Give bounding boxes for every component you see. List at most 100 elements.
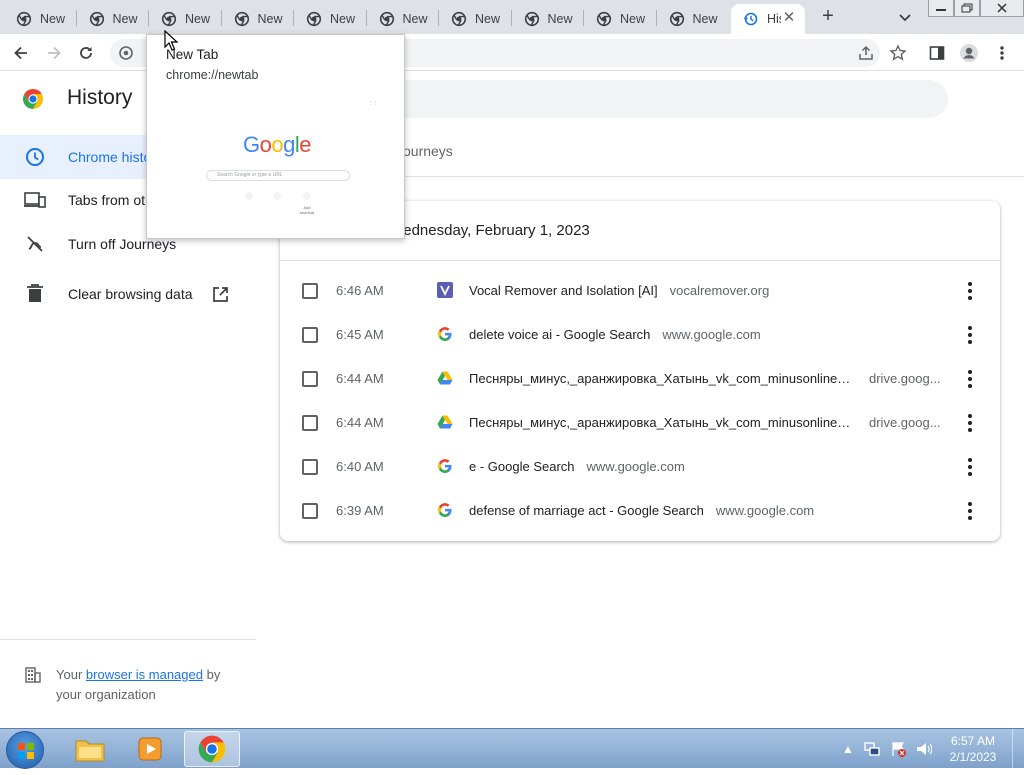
entry-menu-kebab-icon[interactable] [960, 457, 980, 477]
trash-icon [24, 283, 46, 305]
entry-menu-kebab-icon[interactable] [960, 325, 980, 345]
managed-notice: Your browser is managed by your organiza… [56, 665, 246, 705]
close-window-button[interactable] [980, 0, 1024, 17]
tab-separator [75, 10, 77, 26]
restore-button[interactable] [954, 0, 980, 17]
tab-new-tab[interactable]: New Tab [657, 4, 729, 34]
taskbar-clock[interactable]: 6:57 AM 2/1/2023 [940, 733, 1006, 765]
folder-icon [75, 740, 105, 762]
logo-letter: o [271, 132, 284, 157]
tab-new-tab[interactable]: New Tab [439, 4, 511, 34]
entry-link[interactable]: defense of marriage act - Google Search w… [469, 503, 814, 518]
history-entry-row[interactable]: 6:40 AM e - Google Search www.google.com [280, 445, 1000, 489]
entry-link[interactable]: Песняры_минус,_аранжировка_Хатынь_vk_com… [469, 371, 854, 386]
chrome-tab-icon [306, 11, 322, 27]
entry-menu-kebab-icon[interactable] [960, 413, 980, 433]
tab-title: New Tab [185, 12, 211, 26]
tab-separator [293, 10, 294, 26]
entry-menu-kebab-icon[interactable] [960, 281, 980, 301]
entry-time: 6:46 AM [336, 283, 384, 298]
entry-checkbox[interactable] [302, 415, 318, 431]
entry-link[interactable]: Vocal Remover and Isolation [AI] vocalrem… [469, 283, 769, 298]
tab-title: New Tab [402, 12, 429, 26]
kebab-dot [968, 333, 972, 337]
forward-arrow-icon[interactable] [42, 41, 66, 65]
profile-avatar-icon[interactable] [957, 41, 981, 65]
explorer-taskbar-button[interactable] [62, 731, 118, 767]
tab-new-tab[interactable]: New Tab [77, 4, 149, 34]
shortcut-circle [245, 192, 253, 200]
chrome-tab-icon [524, 11, 539, 27]
entry-link[interactable]: e - Google Search www.google.com [469, 459, 685, 474]
close-tab-icon[interactable]: ✕ [780, 9, 798, 27]
entry-checkbox[interactable] [302, 283, 318, 299]
tab-search-chevron-icon[interactable] [895, 7, 915, 27]
reload-icon[interactable] [74, 41, 98, 65]
tab-new-tab[interactable]: New Tab [149, 4, 221, 34]
hover-card-preview: ⋮⋮ Google Search Google or type a URL Ad… [147, 90, 404, 238]
media-player-icon [138, 737, 162, 761]
chrome-icon [198, 735, 226, 763]
shortcut-circle [273, 192, 281, 200]
entry-checkbox[interactable] [302, 371, 318, 387]
entry-link[interactable]: delete voice ai - Google Search www.googl… [469, 327, 761, 342]
window-controls [928, 0, 1024, 18]
entry-checkbox[interactable] [302, 459, 318, 475]
preview-shortcut [239, 192, 259, 205]
tab-new-tab[interactable]: New Tab [512, 4, 584, 34]
tab-title: History [767, 12, 781, 26]
share-icon[interactable] [854, 41, 878, 65]
show-hidden-icons-icon[interactable]: ▲ [842, 742, 854, 756]
entry-time: 6:44 AM [336, 415, 384, 430]
building-icon [25, 667, 41, 683]
entry-menu-kebab-icon[interactable] [960, 501, 980, 521]
bookmark-star-icon[interactable] [886, 41, 910, 65]
media-player-taskbar-button[interactable] [122, 731, 178, 767]
preview-apps-icon: ⋮⋮ [369, 100, 377, 105]
side-panel-icon[interactable] [925, 41, 949, 65]
history-entry-row[interactable]: 6:45 AM delete voice ai - Google Search ww… [280, 313, 1000, 357]
google-favicon-icon [437, 502, 453, 518]
tab-new-tab[interactable]: New Tab [584, 4, 656, 34]
preview-shortcut: Add shortcut [297, 192, 317, 215]
vocalremover-favicon-icon [437, 282, 453, 298]
history-entry-row[interactable]: 6:46 AM Vocal Remover and Isolation [AI] v… [280, 269, 1000, 313]
menu-kebab-icon[interactable] [990, 41, 1014, 65]
new-tab-button[interactable]: + [816, 5, 840, 29]
entry-checkbox[interactable] [302, 327, 318, 343]
minimize-button[interactable] [928, 0, 954, 17]
tab-new-tab[interactable]: New Tab [294, 4, 366, 34]
clock-time: 6:57 AM [950, 734, 996, 748]
logo-letter: G [243, 132, 260, 157]
back-arrow-icon[interactable] [9, 41, 33, 65]
show-desktop-button[interactable] [1012, 729, 1024, 769]
start-button[interactable] [6, 731, 44, 769]
history-entry-row[interactable]: 6:44 AM Песняры_минус,_аранжировка_Хатынь… [280, 357, 1000, 401]
entry-title: Песняры_минус,_аранжировка_Хатынь_vk_com… [469, 371, 854, 386]
chrome-taskbar-button[interactable] [184, 731, 240, 767]
volume-icon[interactable] [915, 740, 932, 758]
history-entry-row[interactable]: 6:44 AM Песняры_минус,_аранжировка_Хатынь… [280, 401, 1000, 445]
shortcut-label: Add shortcut [299, 205, 315, 215]
divider [280, 260, 1000, 261]
chrome-tab-icon [451, 11, 467, 27]
entry-title: Vocal Remover and Isolation [AI] [469, 283, 658, 298]
kebab-dot [968, 509, 972, 513]
tab-title: New Tab [40, 12, 66, 26]
sidebar-item-trash[interactable]: Clear browsing data [0, 272, 256, 316]
kebab-dot [968, 384, 972, 388]
history-card: Today - Wednesday, February 1, 2023 6:46… [280, 201, 1000, 541]
tab-new-tab[interactable]: New Tab [367, 4, 439, 34]
journeys-off-icon [24, 233, 46, 255]
tab-new-tab[interactable]: New Tab [222, 4, 294, 34]
action-center-flag-icon[interactable] [889, 740, 906, 758]
managed-link[interactable]: browser is managed [86, 667, 203, 682]
tab-separator [148, 10, 149, 26]
tab-new-tab[interactable]: New Tab [4, 4, 76, 34]
entry-checkbox[interactable] [302, 503, 318, 519]
entry-link[interactable]: Песняры_минус,_аранжировка_Хатынь_vk_com… [469, 415, 854, 430]
network-icon[interactable] [863, 740, 880, 758]
entry-menu-kebab-icon[interactable] [960, 369, 980, 389]
history-entry-row[interactable]: 6:39 AM defense of marriage act - Google … [280, 489, 1000, 533]
logo-letter: g [283, 132, 295, 157]
